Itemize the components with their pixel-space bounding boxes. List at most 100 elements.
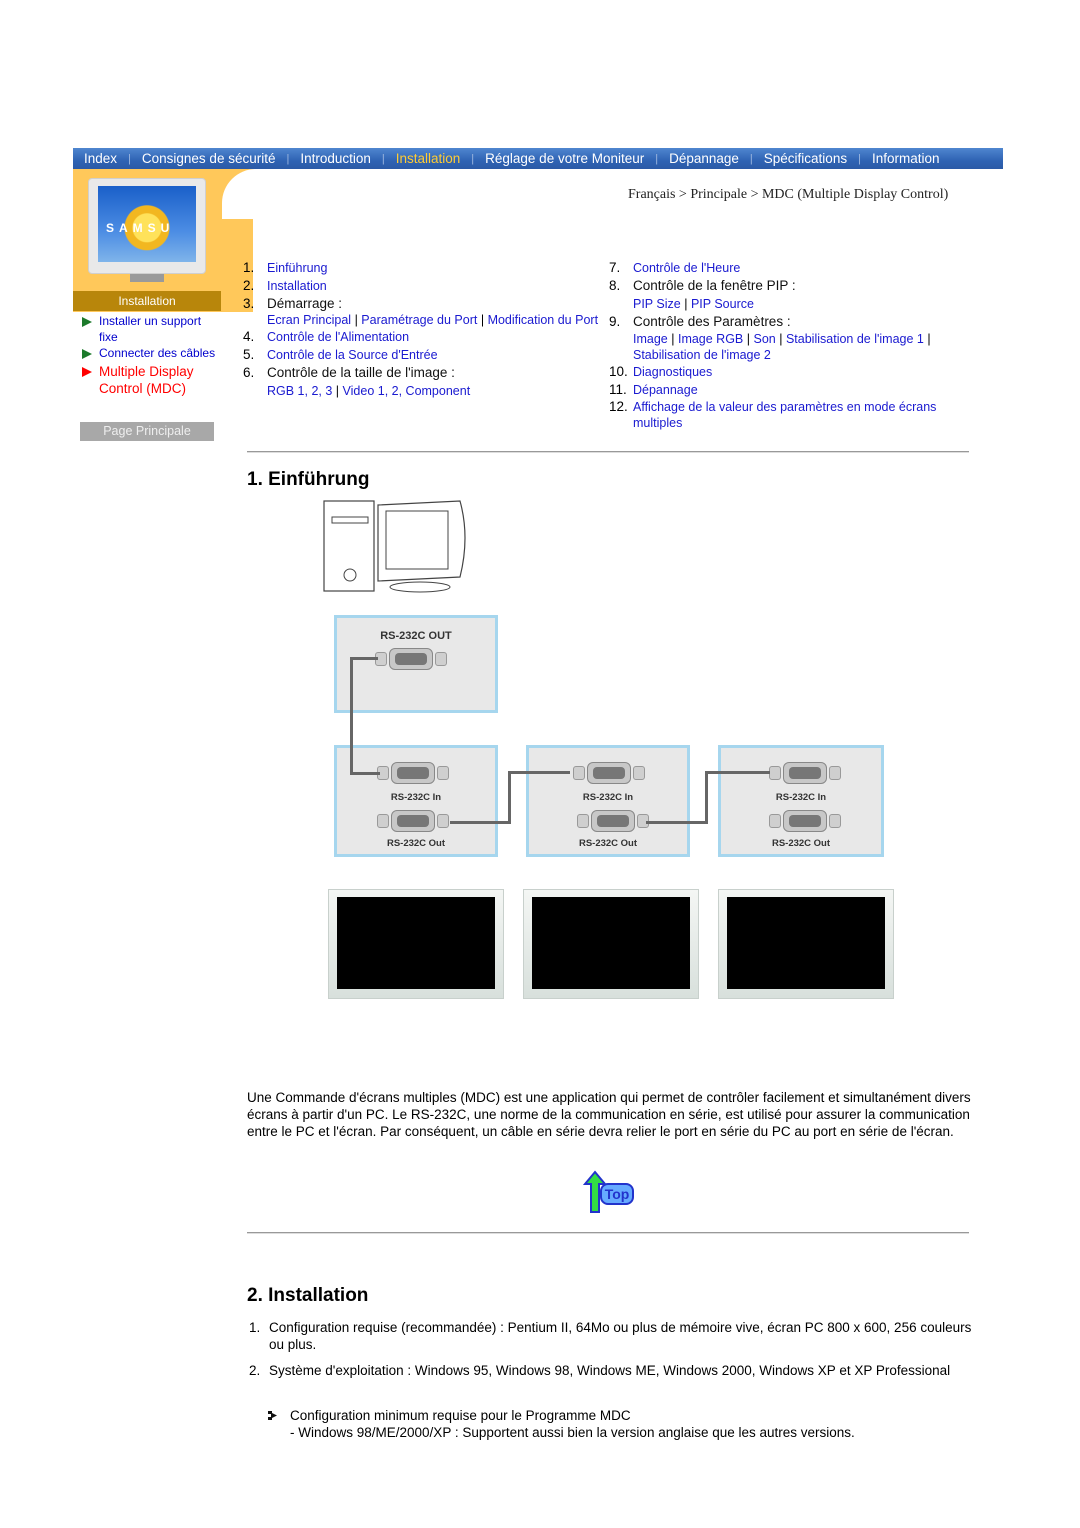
note-title: Configuration minimum requise pour le Pr… (290, 1408, 631, 1423)
link-separator: | (671, 332, 675, 346)
toc-link-einfuhrung[interactable]: Einführung (267, 261, 327, 275)
nav-introduction[interactable]: Introduction (289, 151, 382, 166)
list-number: 1. (249, 1320, 261, 1335)
svg-text:Top: Top (605, 1186, 630, 1202)
toc-item: 10. Diagnostiques (609, 363, 969, 381)
toc-number: 10. (609, 364, 628, 379)
serial-port-in (573, 762, 645, 784)
toc-item: 1. Einführung (243, 259, 603, 277)
toc-link-pip-source[interactable]: PIP Source (691, 297, 754, 311)
list-text: Configuration requise (recommandée) : Pe… (269, 1320, 972, 1352)
pc-out-label: RS-232C OUT (380, 630, 452, 642)
top-navigation: Index | Consignes de sécurité | Introduc… (73, 148, 1003, 169)
back-to-top-button[interactable]: Top (582, 1170, 635, 1214)
link-separator: | (480, 313, 485, 327)
toc-link-source-entree[interactable]: Contrôle de la Source d'Entrée (267, 348, 438, 362)
display-screen-3 (718, 889, 894, 999)
note-text: - Windows 98/ME/2000/XP : Supportent aus… (290, 1425, 855, 1440)
nav-specifications[interactable]: Spécifications (753, 151, 858, 166)
serial-cable (350, 772, 380, 775)
serial-port-in (769, 762, 841, 784)
toc-link-son[interactable]: Son (754, 332, 776, 346)
home-page-button[interactable]: Page Principale (80, 422, 214, 441)
toc-link-installation[interactable]: Installation (267, 279, 327, 293)
toc-item: 2. Installation (243, 277, 603, 295)
serial-port-in (377, 762, 449, 784)
toc-item: 7. Contrôle de l'Heure (609, 259, 969, 277)
toc-link-diagnostiques[interactable]: Diagnostiques (633, 365, 712, 379)
toc-sublinks: RGB 1, 2, 3 | Video 1, 2, Component (267, 382, 603, 400)
toc-item: 11. Dépannage (609, 381, 969, 399)
sidebar-link-cables[interactable]: Connecter des câbles (82, 345, 222, 361)
toc-link-affichage-valeur[interactable]: Affichage de la valeur des paramètres en… (633, 400, 936, 430)
nav-index[interactable]: Index (73, 151, 128, 166)
serial-cable (508, 771, 570, 774)
display-screen-1 (328, 889, 504, 999)
serial-port-out (377, 810, 449, 832)
toc-label-taille-image: Contrôle de la taille de l'image : (267, 365, 455, 380)
sidebar-link-mdc[interactable]: Multiple Display Control (MDC) (82, 363, 222, 397)
toc-link-stabilisation-1[interactable]: Stabilisation de l'image 1 (786, 332, 924, 346)
sidebar-link-support[interactable]: Installer un support fixe (82, 313, 222, 345)
section-title-installation: 2. Installation (247, 1285, 369, 1306)
serial-cable (705, 771, 770, 774)
toc-item: 12. Affichage de la valeur des paramètre… (609, 399, 969, 431)
toc-link-alimentation[interactable]: Contrôle de l'Alimentation (267, 330, 409, 344)
toc-link-pip-size[interactable]: PIP Size (633, 297, 681, 311)
link-separator: | (779, 332, 783, 346)
sidebar-title: Installation (73, 291, 221, 311)
toc-link-modification-port[interactable]: Modification du Port (488, 313, 598, 327)
nav-depannage[interactable]: Dépannage (658, 151, 750, 166)
out-label: RS-232C Out (578, 838, 638, 849)
nav-installation[interactable]: Installation (385, 151, 472, 166)
toc-sublinks: PIP Size | PIP Source (633, 295, 969, 313)
display-1-serial-panel: RS-232C In RS-232C Out (334, 745, 498, 857)
serial-cable (705, 771, 708, 824)
toc-link-image[interactable]: Image (633, 332, 668, 346)
toc-link-video[interactable]: Video 1, 2, Component (343, 384, 471, 398)
nav-consignes[interactable]: Consignes de sécurité (131, 151, 287, 166)
sidebar-link-label: Installer un support fixe (99, 314, 202, 344)
toc-number: 12. (609, 399, 628, 414)
toc-item: 5. Contrôle de la Source d'Entrée (243, 346, 603, 364)
intro-paragraph: Une Commande d'écrans multiples (MDC) es… (247, 1090, 971, 1139)
nav-reglage[interactable]: Réglage de votre Moniteur (474, 151, 655, 166)
toc-link-depannage[interactable]: Dépannage (633, 383, 698, 397)
toc-number: 1. (243, 260, 255, 275)
in-label: RS-232C In (775, 792, 827, 803)
toc-link-stabilisation-2[interactable]: Stabilisation de l'image 2 (633, 348, 771, 362)
monitor-bezel: SAMSU (88, 178, 206, 274)
toc-link-ecran-principal[interactable]: Ecran Principal (267, 313, 351, 327)
toc-sublinks: Image | Image RGB | Son | Stabilisation … (633, 331, 969, 363)
toc-number: 7. (609, 260, 621, 275)
link-separator: | (746, 332, 751, 346)
toc-number: 6. (243, 365, 255, 380)
serial-cable (646, 821, 706, 824)
serial-cable (350, 657, 378, 660)
sidebar-link-label: Connecter des câbles (99, 346, 216, 360)
toc-link-image-rgb[interactable]: Image RGB (678, 332, 743, 346)
breadcrumb: Français > Principale > MDC (Multiple Di… (628, 187, 949, 202)
toc-link-rgb[interactable]: RGB 1, 2, 3 (267, 384, 332, 398)
toc-link-heure[interactable]: Contrôle de l'Heure (633, 261, 740, 275)
serial-port (375, 648, 447, 670)
link-separator: | (335, 384, 340, 398)
toc-number: 8. (609, 278, 621, 293)
display-3-serial-panel: RS-232C In RS-232C Out (718, 745, 884, 857)
section-title-einfuhrung: 1. Einführung (247, 469, 370, 490)
toc-number: 11. (609, 382, 627, 397)
toc-item: 6. Contrôle de la taille de l'image : RG… (243, 364, 603, 400)
toc-item: 3. Démarrage : Ecran Principal | Paramét… (243, 295, 603, 328)
toc-number: 5. (243, 347, 255, 362)
arrow-right-icon (82, 349, 92, 359)
toc-number: 4. (243, 329, 255, 344)
toc-link-parametrage-port[interactable]: Paramétrage du Port (361, 313, 477, 327)
in-label: RS-232C In (582, 792, 634, 803)
display-screen-2 (523, 889, 699, 999)
nav-information[interactable]: Information (861, 151, 951, 166)
serial-cable (508, 771, 511, 824)
pc-serial-panel: RS-232C OUT (334, 615, 498, 713)
sidebar-links: Installer un support fixe Connecter des … (82, 313, 222, 397)
toc-label-pip: Contrôle de la fenêtre PIP : (633, 278, 796, 293)
arrow-right-icon (82, 367, 92, 377)
